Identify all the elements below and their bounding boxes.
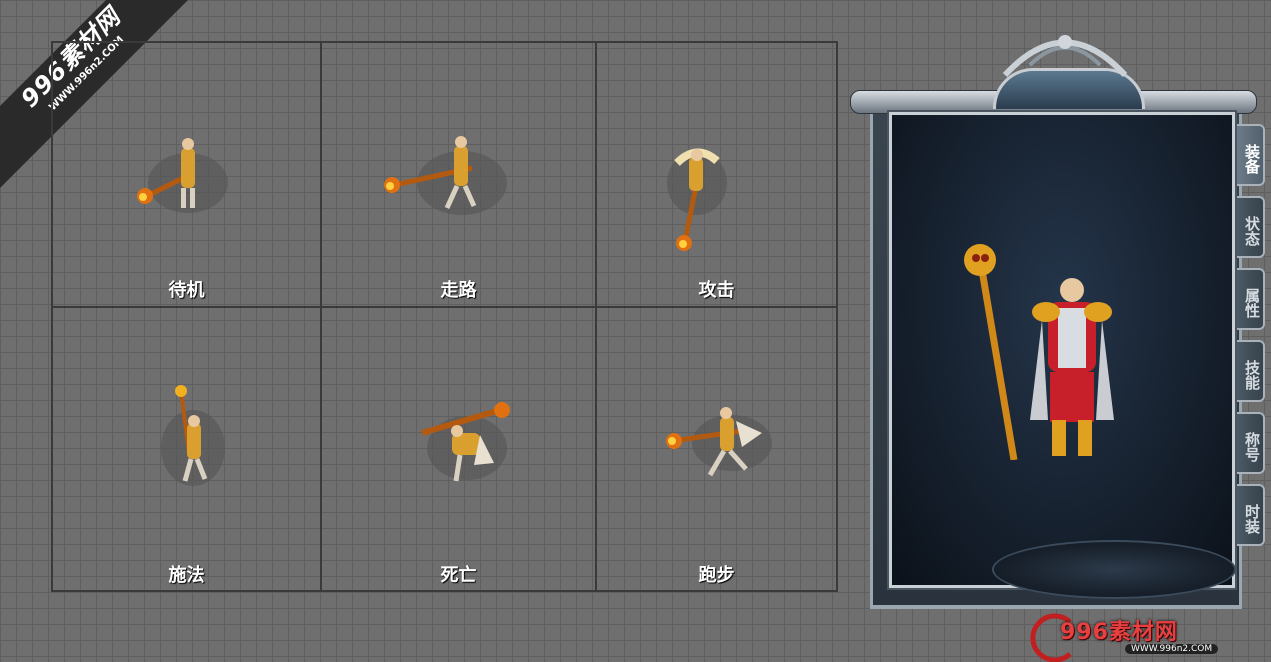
monk-walk-sprite: [384, 136, 507, 215]
animation-cell-death[interactable]: 死亡: [322, 308, 595, 590]
monk-death-sprite: [421, 402, 510, 482]
animation-label: 施法: [168, 565, 205, 586]
tab-skills[interactable]: 技能: [1237, 340, 1265, 402]
panel-side-tabs: 装备 状态 属性 技能 称号 时装: [1237, 124, 1271, 556]
animation-grid: 待机 走路 攻击 施法 死亡 跑步: [51, 41, 838, 592]
animation-label: 走路: [440, 280, 477, 301]
animation-cell-cast[interactable]: 施法: [53, 308, 320, 590]
monk-attack-sprite: [667, 148, 727, 251]
brand-watermark: 996素材网 WWW.996n2.COM: [1020, 612, 1220, 662]
brand-title: 996素材网: [1060, 620, 1178, 645]
tab-equipment[interactable]: 装备: [1237, 124, 1265, 186]
character-panel: 996素材网 WWW.996n2.COM 装备 状态 属性 技能 称号 时装: [845, 20, 1271, 662]
monk-idle-sprite: [137, 138, 228, 213]
character-preview: 996素材网 WWW.996n2.COM: [889, 112, 1236, 662]
animation-cell-walk[interactable]: 走路: [322, 43, 595, 306]
animation-cell-run[interactable]: 跑步: [597, 308, 836, 590]
character-pedestal: [992, 540, 1236, 599]
animation-cell-idle[interactable]: 待机: [53, 43, 320, 306]
animation-label: 待机: [168, 280, 205, 301]
animation-cell-attack[interactable]: 攻击: [597, 43, 836, 306]
tab-status[interactable]: 状态: [1237, 196, 1265, 258]
ornament-crest-icon: [1002, 35, 1128, 78]
monk-run-sprite: [666, 407, 772, 477]
brand-url: WWW.996n2.COM: [1125, 644, 1219, 654]
tab-titles[interactable]: 称号: [1237, 412, 1265, 474]
monk-cast-sprite: [161, 385, 225, 486]
tab-fashion[interactable]: 时装: [1237, 484, 1265, 546]
tab-attributes[interactable]: 属性: [1237, 268, 1265, 330]
animation-label: 死亡: [440, 565, 477, 586]
animation-label: 跑步: [698, 565, 735, 586]
animation-label: 攻击: [698, 280, 735, 301]
monk-character-figure: [964, 244, 1114, 460]
